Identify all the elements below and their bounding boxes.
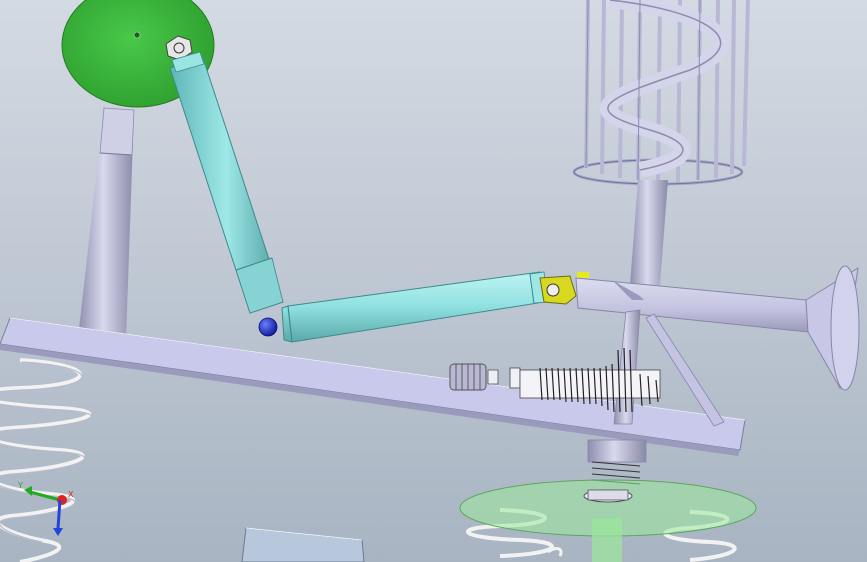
triad-x-label: X: [68, 490, 74, 499]
pin-icon: [546, 283, 560, 297]
assembly-scene[interactable]: Y X: [0, 0, 867, 562]
disc-center-hole: [133, 31, 141, 39]
cad-graphics-viewport[interactable]: Y X: [0, 0, 867, 562]
ball-joint-icon: [258, 317, 278, 337]
triad-y-label: Y: [17, 481, 23, 490]
